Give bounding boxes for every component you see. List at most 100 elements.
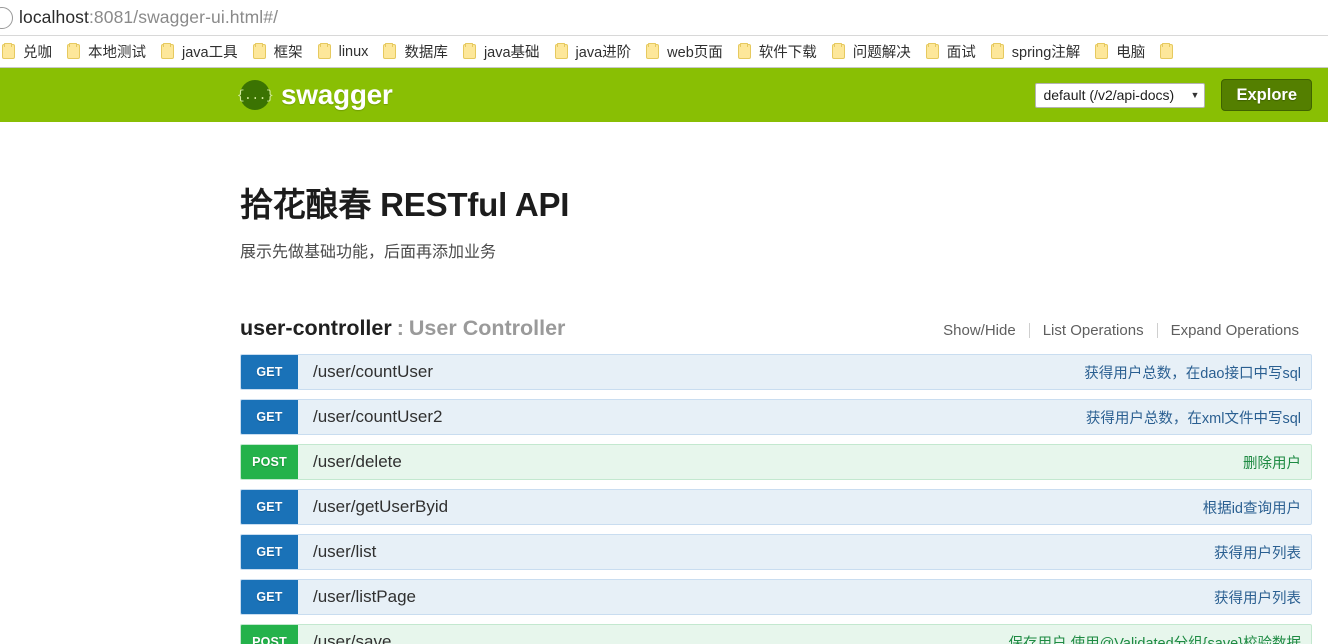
folder-icon (1160, 43, 1174, 59)
operation-row[interactable]: GET /user/countUser 获得用户总数，在dao接口中写sql (240, 354, 1312, 390)
api-docs-select-value: default (/v2/api-docs) (1043, 87, 1175, 103)
api-docs-select[interactable]: default (/v2/api-docs) ▼ (1035, 82, 1206, 108)
bookmark-item[interactable]: linux (317, 43, 378, 60)
operation-path[interactable]: /user/countUser (298, 355, 1084, 389)
explore-button[interactable]: Explore (1221, 78, 1312, 112)
url-host: localhost (19, 7, 89, 27)
operation-path[interactable]: /user/save (298, 625, 1009, 644)
show-hide-link[interactable]: Show/Hide (930, 322, 1029, 339)
main-content: 拾花酿春 RESTful API 展示先做基础功能，后面再添加业务 user-c… (0, 178, 1328, 644)
folder-icon (1095, 43, 1109, 59)
bookmark-item[interactable]: 兑咖 (2, 41, 61, 62)
operation-row[interactable]: GET /user/list 获得用户列表 (240, 534, 1312, 570)
bookmark-label: web页面 (667, 45, 723, 61)
resource-separator: : (396, 316, 404, 340)
bookmark-label: 本地测试 (88, 45, 146, 61)
operation-path[interactable]: /user/delete (298, 445, 1243, 479)
resource-heading: user-controller: User Controller (240, 316, 565, 341)
operation-note: 保存用户,使用@Validated分组{save}校验数据 (1008, 635, 1301, 644)
folder-icon (462, 43, 476, 59)
bookmark-item[interactable]: java进阶 (554, 41, 641, 62)
operation-note: 获得用户列表 (1214, 590, 1301, 607)
operation-path[interactable]: /user/list (298, 535, 1214, 569)
bookmark-label: 框架 (273, 45, 303, 61)
folder-icon (831, 43, 845, 59)
operation-path[interactable]: /user/getUserByid (298, 490, 1203, 524)
bookmark-label: linux (338, 43, 369, 60)
method-badge: GET (241, 355, 298, 389)
method-badge: GET (241, 580, 298, 614)
bookmark-item[interactable]: java工具 (161, 41, 247, 62)
bookmark-item[interactable]: 问题解决 (831, 41, 920, 62)
bookmark-item[interactable]: spring注解 (990, 41, 1090, 62)
operation-row[interactable]: GET /user/getUserByid 根据id查询用户 (240, 489, 1312, 525)
operation-note: 获得用户总数，在dao接口中写sql (1084, 365, 1301, 382)
operation-row[interactable]: GET /user/listPage 获得用户列表 (240, 579, 1312, 615)
bookmark-label: java进阶 (575, 45, 632, 61)
browser-chrome: localhost:8081/swagger-ui.html#/ 兑咖 本地测试… (0, 0, 1328, 68)
expand-operations-link[interactable]: Expand Operations (1158, 322, 1312, 339)
bookmark-label: java基础 (483, 45, 540, 61)
operation-path[interactable]: /user/countUser2 (298, 400, 1086, 434)
operation-list: GET /user/countUser 获得用户总数，在dao接口中写sql G… (240, 354, 1312, 644)
chevron-down-icon: ▼ (1190, 90, 1200, 100)
bookmark-item[interactable]: 本地测试 (67, 41, 155, 62)
folder-icon (67, 43, 80, 59)
logo-glyph: {...} (236, 87, 274, 103)
operation-note: 获得用户列表 (1214, 545, 1301, 562)
bookmark-label: 数据库 (404, 45, 448, 61)
operation-row[interactable]: POST /user/delete 删除用户 (240, 444, 1312, 480)
folder-icon (317, 43, 331, 59)
bookmark-item[interactable]: 软件下载 (737, 41, 826, 62)
globe-icon (0, 6, 13, 29)
header-right-controls: default (/v2/api-docs) ▼ Explore (1035, 78, 1312, 112)
page-title: 拾花酿春 RESTful API (240, 186, 570, 223)
bookmark-item[interactable]: java基础 (462, 41, 549, 62)
operation-note: 根据id查询用户 (1202, 500, 1301, 517)
bookmark-label: 兑咖 (23, 45, 52, 61)
brand-name: swagger (281, 79, 393, 110)
bookmark-label: 面试 (946, 45, 976, 61)
method-badge: POST (241, 445, 298, 479)
resource-operation-links: Show/Hide List Operations Expand Operati… (930, 322, 1312, 339)
bookmark-label: java工具 (182, 45, 238, 61)
bookmark-label: 软件下载 (758, 45, 817, 61)
operation-path[interactable]: /user/listPage (298, 580, 1214, 614)
folder-icon (990, 43, 1004, 59)
bookmark-item[interactable]: 框架 (252, 41, 312, 62)
bookmark-label: 电脑 (1116, 45, 1146, 61)
operation-row[interactable]: GET /user/countUser2 获得用户总数，在xml文件中写sql (240, 399, 1312, 435)
bookmark-label: spring注解 (1011, 45, 1081, 61)
method-badge: GET (241, 490, 298, 524)
operation-note: 删除用户 (1243, 455, 1301, 472)
operation-row[interactable]: POST /user/save 保存用户,使用@Validated分组{save… (240, 624, 1312, 644)
url-path: :8081/swagger-ui.html#/ (88, 7, 279, 27)
folder-icon (2, 43, 15, 59)
folder-icon (161, 43, 174, 59)
folder-icon (737, 43, 751, 59)
page-subtitle: 展示先做基础功能，后面再添加业务 (240, 244, 497, 261)
resource-description: User Controller (408, 316, 566, 340)
bookmark-item[interactable] (1160, 43, 1190, 59)
url-bar[interactable]: localhost:8081/swagger-ui.html#/ (0, 0, 1328, 36)
folder-icon (383, 43, 397, 59)
bookmark-label: 问题解决 (852, 45, 911, 61)
swagger-header: {...} swagger default (/v2/api-docs) ▼ E… (0, 68, 1328, 122)
folder-icon (252, 43, 266, 59)
bookmark-item[interactable]: web页面 (646, 41, 732, 62)
folder-icon (925, 43, 939, 59)
url-text[interactable]: localhost:8081/swagger-ui.html#/ (19, 7, 278, 28)
method-badge: POST (241, 625, 298, 644)
list-operations-link[interactable]: List Operations (1030, 322, 1157, 339)
bookmarks-bar: 兑咖 本地测试 java工具 框架 linux 数据库 java基础 java进… (0, 36, 1328, 68)
swagger-braces-icon: {...} (237, 80, 274, 110)
bookmark-item[interactable]: 数据库 (383, 41, 457, 62)
folder-icon (554, 43, 568, 59)
bookmark-item[interactable]: 面试 (925, 41, 985, 62)
operation-note: 获得用户总数，在xml文件中写sql (1085, 410, 1301, 427)
resource-name[interactable]: user-controller (240, 316, 392, 340)
bookmark-item[interactable]: 电脑 (1095, 41, 1154, 62)
folder-icon (646, 43, 660, 59)
method-badge: GET (241, 535, 298, 569)
swagger-brand[interactable]: {...} swagger (237, 79, 393, 111)
